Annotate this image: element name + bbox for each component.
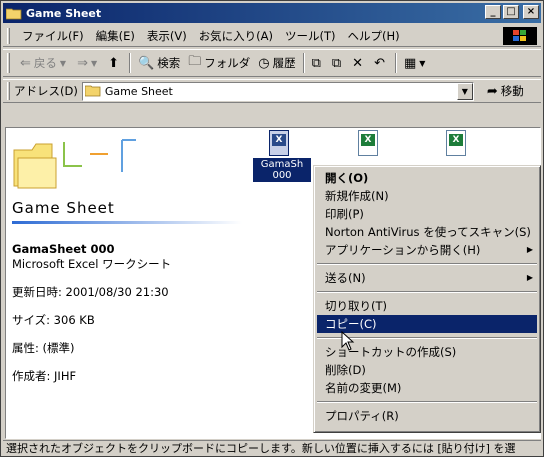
excel-file-icon[interactable]: X: [269, 130, 291, 158]
maximize-button[interactable]: □: [503, 5, 519, 19]
history-button[interactable]: ◷ 履歴: [254, 52, 299, 74]
move-to-icon: ⧉: [311, 55, 321, 71]
menu-favorites[interactable]: お気に入り(A): [193, 28, 279, 44]
history-label: 履歴: [272, 56, 296, 70]
back-arrow-icon: ⇐: [20, 55, 31, 71]
menu-delete[interactable]: 削除(D): [317, 361, 537, 379]
excel-file-icon[interactable]: X: [446, 130, 468, 158]
excel-file-icon[interactable]: X: [358, 130, 380, 158]
title-bar[interactable]: Game Sheet _ □ ×: [3, 3, 541, 23]
forward-button[interactable]: ⇒ ▼: [73, 52, 104, 74]
search-icon: 🔍: [138, 55, 155, 71]
address-label: アドレス(D): [14, 84, 78, 98]
up-folder-icon: ⬆: [108, 55, 120, 71]
copy-to-button[interactable]: ⧉: [328, 52, 348, 74]
menu-send-to[interactable]: 送る(N) ▶: [317, 269, 537, 287]
submenu-arrow-icon: ▶: [526, 273, 533, 282]
delete-icon: ✕: [352, 55, 364, 71]
go-label: 移動: [500, 84, 524, 98]
folder-icon: [84, 85, 101, 97]
menu-separator: [317, 291, 537, 293]
file-modified: 更新日時: 2001/08/30 21:30: [12, 285, 169, 299]
views-icon: ▦: [403, 55, 417, 71]
folder-title: Game Sheet: [12, 199, 115, 217]
title-rule: [12, 221, 242, 224]
history-icon: ◷: [258, 55, 270, 71]
views-dropdown-icon[interactable]: ▼: [419, 59, 425, 68]
menu-open-with[interactable]: アプリケーションから開く(H) ▶: [317, 241, 537, 259]
folder-icon: [6, 8, 22, 19]
menu-new[interactable]: 新規作成(N): [317, 187, 537, 205]
go-button[interactable]: ➦ 移動: [487, 83, 524, 99]
windows-logo-icon: [503, 27, 537, 45]
menu-separator: [317, 401, 537, 403]
toolbar-grip[interactable]: [7, 53, 10, 73]
context-menu: 開く(O) 新規作成(N) 印刷(P) Norton AntiVirus を使っ…: [313, 165, 541, 433]
search-button[interactable]: 🔍 検索: [134, 52, 184, 74]
go-arrow-icon: ➦: [486, 83, 498, 99]
views-button[interactable]: ▦ ▼: [400, 52, 432, 74]
folders-label: フォルダ: [204, 56, 251, 70]
undo-icon: ↶: [374, 55, 385, 71]
delete-button[interactable]: ✕: [348, 52, 370, 74]
status-bar: 選択されたオブジェクトをクリップボードにコピーします。新しい位置に挿入するには …: [3, 440, 541, 456]
toolbar-separator: [394, 53, 397, 73]
menu-cut[interactable]: 切り取り(T): [317, 297, 537, 315]
forward-dropdown-icon[interactable]: ▼: [91, 59, 97, 68]
minimize-button[interactable]: _: [485, 5, 501, 19]
back-label: 戻る: [33, 56, 57, 70]
selected-file-label[interactable]: GamaSh 000: [253, 158, 311, 182]
move-to-button[interactable]: ⧉: [308, 52, 328, 74]
address-dropdown-button[interactable]: ▼: [456, 82, 473, 100]
address-value: Game Sheet: [104, 84, 173, 98]
standard-toolbar: ⇐ 戻る ▼ ⇒ ▼ ⬆ 🔍 検索 🗀 フォルダ ◷ 履歴 ⧉ ⧉ ✕ ↶ ▦ …: [3, 49, 541, 77]
toolbar-separator: [302, 53, 305, 73]
undo-button[interactable]: ↶: [370, 52, 392, 74]
menubar-grip[interactable]: [7, 27, 10, 44]
menu-separator: [317, 263, 537, 265]
copy-to-icon: ⧉: [331, 55, 342, 71]
search-label: 検索: [157, 56, 181, 70]
menu-properties[interactable]: プロパティ(R): [317, 407, 537, 425]
file-author: 作成者: JIHF: [12, 369, 77, 383]
selected-file-name: GamaSheet 000: [12, 242, 115, 256]
address-bar: アドレス(D) Game Sheet ▼ ➦ 移動: [3, 79, 541, 103]
menu-tools[interactable]: ツール(T): [279, 28, 342, 44]
folders-button[interactable]: 🗀 フォルダ: [184, 52, 254, 74]
back-button[interactable]: ⇐ 戻る ▼: [16, 52, 73, 74]
menu-open[interactable]: 開く(O): [317, 169, 537, 187]
menu-print[interactable]: 印刷(P): [317, 205, 537, 223]
menu-view[interactable]: 表示(V): [141, 28, 193, 44]
mouse-cursor-icon: [341, 331, 355, 351]
window-title: Game Sheet: [26, 6, 102, 20]
menu-rename[interactable]: 名前の変更(M): [317, 379, 537, 397]
toolbar-separator: [129, 53, 132, 73]
close-button[interactable]: ×: [523, 5, 539, 19]
menu-edit[interactable]: 編集(E): [90, 28, 141, 44]
menu-norton-scan[interactable]: Norton AntiVirus を使ってスキャン(S): [317, 223, 537, 241]
web-view-panel: Game Sheet GamaSheet 000 Microsoft Excel…: [12, 132, 242, 384]
folders-icon: 🗀: [188, 54, 202, 69]
selected-file-type: Microsoft Excel ワークシート: [12, 257, 172, 271]
folder-banner-icon: [13, 139, 136, 189]
submenu-arrow-icon: ▶: [526, 245, 533, 254]
up-folder-button[interactable]: ⬆: [104, 52, 126, 74]
addressbar-grip[interactable]: [7, 82, 10, 100]
menu-bar: ファイル(F) 編集(E) 表示(V) お気に入り(A) ツール(T) ヘルプ(…: [3, 25, 541, 47]
menu-help[interactable]: ヘルプ(H): [342, 28, 406, 44]
file-size: サイズ: 306 KB: [12, 313, 95, 327]
back-dropdown-icon[interactable]: ▼: [60, 59, 66, 68]
explorer-window: Game Sheet _ □ × ファイル(F) 編集(E) 表示(V) お気に…: [0, 0, 544, 457]
forward-arrow-icon: ⇒: [77, 55, 88, 71]
address-input[interactable]: Game Sheet: [81, 81, 474, 101]
file-attributes: 属性: (標準): [12, 341, 75, 355]
menu-file[interactable]: ファイル(F): [16, 28, 90, 44]
